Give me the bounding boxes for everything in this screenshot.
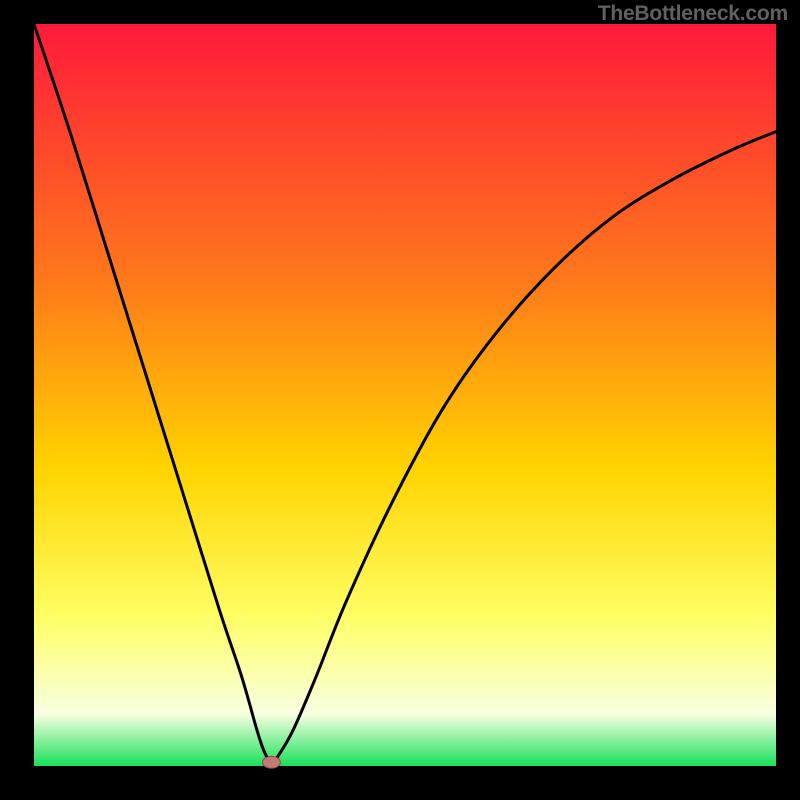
bottleneck-chart [0, 0, 800, 800]
attribution-label: TheBottleneck.com [598, 2, 788, 26]
optimum-marker [263, 756, 281, 768]
chart-stage: TheBottleneck.com [0, 0, 800, 800]
plot-area [34, 24, 776, 766]
